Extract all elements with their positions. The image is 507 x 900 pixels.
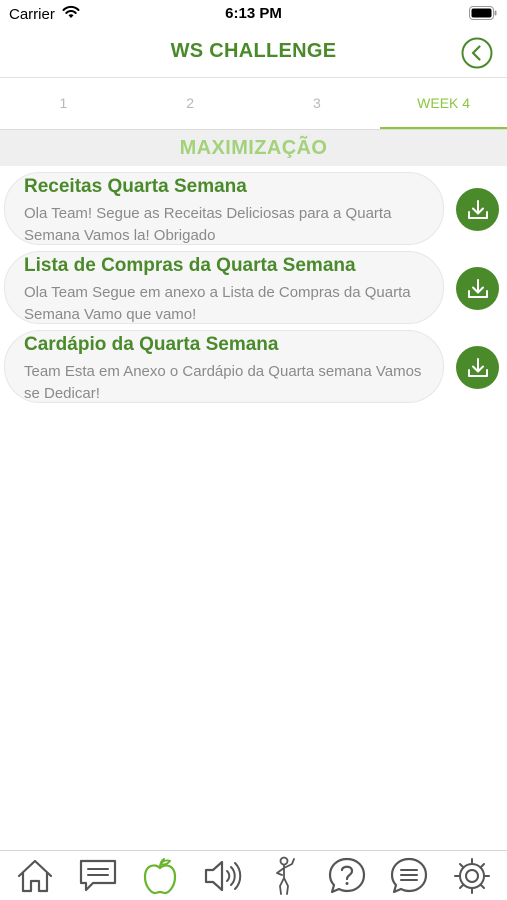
tab-week-2[interactable]: 2 <box>127 79 254 129</box>
nav-bar: WS CHALLENGE <box>0 28 507 78</box>
download-icon <box>467 278 488 298</box>
item-title: Cardápio da Quarta Semana <box>24 334 279 355</box>
battery-icon <box>469 6 497 25</box>
week-tabs: 1 2 3 WEEK 4 <box>0 79 507 130</box>
body-icon <box>275 856 295 895</box>
section-title: MAXIMIZAÇÃO <box>0 130 507 166</box>
item-card[interactable]: Receitas Quarta Semana Ola Team! Segue a… <box>4 172 444 245</box>
tab-chat[interactable] <box>76 854 120 898</box>
tab-audio[interactable] <box>200 854 244 898</box>
item-description: Team Esta em Anexo o Cardápio da Quarta … <box>24 363 422 402</box>
bottom-tab-bar <box>0 850 507 900</box>
item-card[interactable]: Cardápio da Quarta Semana Team Esta em A… <box>4 330 444 403</box>
download-button[interactable] <box>456 188 499 231</box>
download-button[interactable] <box>456 267 499 310</box>
help-icon <box>328 857 366 893</box>
file-list: Receitas Quarta Semana Ola Team! Segue a… <box>0 171 507 408</box>
settings-icon <box>453 857 490 894</box>
download-button[interactable] <box>456 346 499 389</box>
page-title: WS CHALLENGE <box>170 40 337 62</box>
chevron-left-icon <box>461 37 493 69</box>
tab-week-3[interactable]: 3 <box>254 79 381 129</box>
home-icon <box>18 859 53 892</box>
tab-week-1[interactable]: 1 <box>0 79 127 129</box>
back-button[interactable] <box>461 37 493 69</box>
download-icon <box>467 357 488 377</box>
tab-messages[interactable] <box>387 854 431 898</box>
apple-icon <box>143 857 177 894</box>
item-card[interactable]: Lista de Compras da Quarta Semana Ola Te… <box>4 251 444 324</box>
list-item: Cardápio da Quarta Semana Team Esta em A… <box>0 329 507 408</box>
tab-week-4[interactable]: WEEK 4 <box>380 79 507 129</box>
tab-body[interactable] <box>263 854 307 898</box>
item-description: Ola Team Segue em anexo a Lista de Compr… <box>24 284 411 323</box>
item-title: Receitas Quarta Semana <box>24 176 247 197</box>
messages-icon <box>391 857 428 893</box>
chat-icon <box>79 859 116 891</box>
tab-settings[interactable] <box>450 854 494 898</box>
tab-nutrition[interactable] <box>138 854 182 898</box>
download-icon <box>467 199 488 219</box>
status-bar: Carrier 6:13 PM <box>0 0 507 28</box>
clock: 6:13 PM <box>225 5 282 22</box>
list-item: Lista de Compras da Quarta Semana Ola Te… <box>0 250 507 329</box>
list-item: Receitas Quarta Semana Ola Team! Segue a… <box>0 171 507 250</box>
tab-help[interactable] <box>325 854 369 898</box>
tab-home[interactable] <box>13 854 57 898</box>
speaker-icon <box>205 860 242 891</box>
item-description: Ola Team! Segue as Receitas Deliciosas p… <box>24 205 392 244</box>
item-title: Lista de Compras da Quarta Semana <box>24 255 356 276</box>
